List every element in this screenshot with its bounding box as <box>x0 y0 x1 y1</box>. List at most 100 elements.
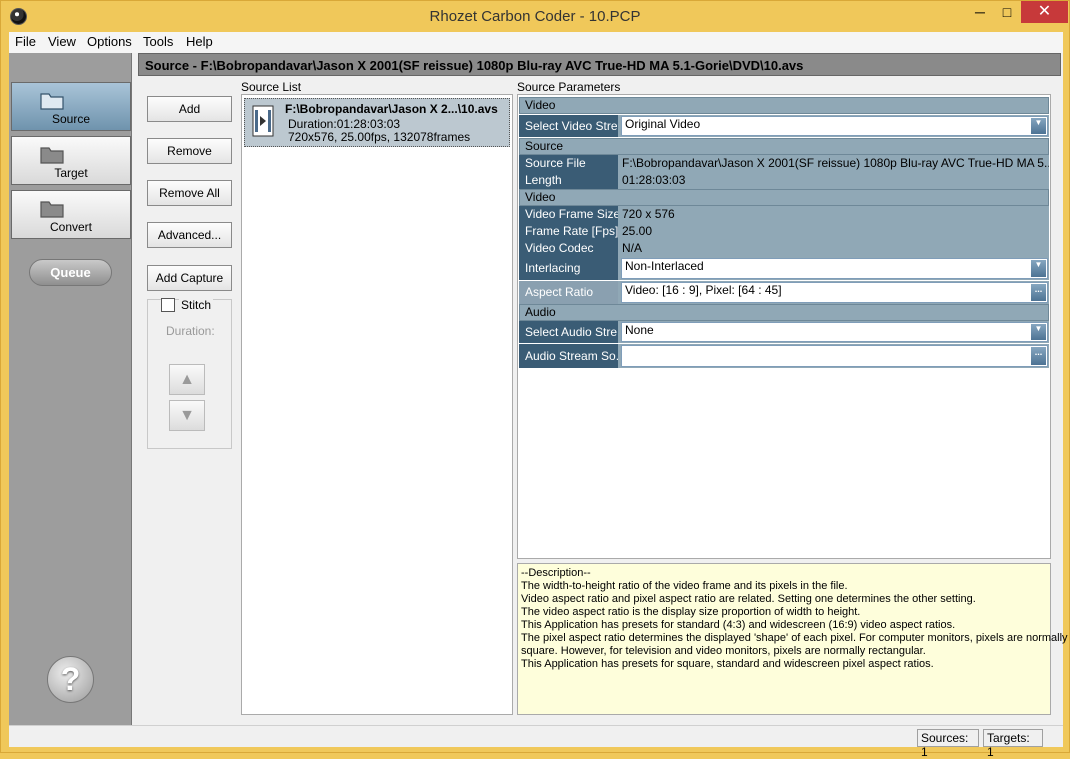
select-video-stream-label: Select Video Stre... <box>519 115 619 137</box>
description-line: square. However, for television and vide… <box>521 645 926 657</box>
section-audio: Audio <box>519 304 1049 321</box>
row-audio-stream-source: Audio Stream So... ... <box>519 344 1049 368</box>
source-path-header: Source - F:\Bobropandavar\Jason X 2001(S… <box>138 53 1061 76</box>
audio-stream-source-field[interactable]: ... <box>621 345 1048 367</box>
aspect-ratio-field[interactable]: Video: [16 : 9], Pixel: [64 : 45] ... <box>621 282 1048 303</box>
source-item-duration: Duration:01:28:03:03 <box>288 117 401 131</box>
menu-help[interactable]: Help <box>186 34 213 49</box>
nav-convert-label: Convert <box>49 220 93 234</box>
section-video-info: Video <box>519 189 1049 206</box>
source-file-label: Source File <box>519 155 619 172</box>
frame-rate-label: Frame Rate [Fps] <box>519 223 619 240</box>
nav-target-button[interactable]: Target <box>11 136 131 185</box>
length-label: Length <box>519 172 619 189</box>
nav-target-label: Target <box>54 166 88 180</box>
select-video-stream-dropdown[interactable]: Original Video ▼ <box>621 116 1048 136</box>
stitch-checkbox[interactable] <box>161 298 175 312</box>
description-line: The video aspect ratio is the display si… <box>521 606 861 618</box>
video-codec-value: N/A <box>622 241 643 255</box>
description-line: The pixel aspect ratio determines the di… <box>521 632 1068 644</box>
select-audio-stream-label: Select Audio Stre... <box>519 321 619 343</box>
chevron-down-icon[interactable]: ▼ <box>1031 118 1046 134</box>
chevron-down-icon[interactable]: ▼ <box>1031 260 1046 277</box>
video-codec-label: Video Codec <box>519 240 619 257</box>
nav-convert-button[interactable]: Convert <box>11 190 131 239</box>
audio-stream-source-label: Audio Stream So... <box>519 344 619 368</box>
nav-source-label: Source <box>51 112 91 126</box>
row-aspect-ratio: Aspect Ratio Video: [16 : 9], Pixel: [64… <box>519 281 1049 304</box>
stitch-label: Stitch <box>179 298 214 312</box>
add-capture-button[interactable]: Add Capture <box>147 265 232 291</box>
row-select-audio-stream: Select Audio Stre... None ▼ <box>519 321 1049 343</box>
aspect-ratio-value: Video: [16 : 9], Pixel: [64 : 45] <box>625 283 782 297</box>
sources-count: Sources: 1 <box>917 729 979 759</box>
source-list-label: Source List <box>241 80 302 94</box>
frame-size-label: Video Frame Size <box>519 206 619 223</box>
menu-file[interactable]: File <box>15 34 36 49</box>
row-frame-rate: Frame Rate [Fps] 25.00 <box>519 223 1049 240</box>
source-list: F:\Bobropandavar\Jason X 2...\10.avs Dur… <box>241 94 513 715</box>
queue-button[interactable]: Queue <box>29 259 112 286</box>
ellipsis-icon[interactable]: ... <box>1031 284 1046 301</box>
menu-bar: File View Options Tools Help <box>9 32 1063 53</box>
section-source: Source <box>519 138 1049 155</box>
description-line: --Description-- <box>521 567 591 579</box>
source-item-details: 720x576, 25.00fps, 132078frames <box>288 130 471 144</box>
description-line: This Application has presets for standar… <box>521 619 956 631</box>
chevron-down-icon[interactable]: ▼ <box>1031 324 1046 340</box>
menu-tools[interactable]: Tools <box>143 34 173 49</box>
source-parameters-grid: Video Select Video Stre... Original Vide… <box>517 94 1051 559</box>
source-file-value: F:\Bobropandavar\Jason X 2001(SF reissue… <box>622 156 1049 170</box>
description-panel: --Description-- The width-to-height rati… <box>517 563 1068 715</box>
menu-options[interactable]: Options <box>87 34 132 49</box>
select-audio-stream-dropdown[interactable]: None ▼ <box>621 322 1048 342</box>
window-title: Rhozet Carbon Coder - 10.PCP <box>429 8 641 25</box>
frame-rate-value: 25.00 <box>622 224 653 238</box>
description-line: Video aspect ratio and pixel aspect rati… <box>521 593 976 605</box>
move-up-button[interactable]: ▲ <box>169 364 205 395</box>
select-audio-stream-value: None <box>625 323 654 337</box>
row-video-codec: Video Codec N/A <box>519 240 1049 257</box>
advanced-button[interactable]: Advanced... <box>147 222 232 248</box>
client-area: Source Target Convert Queue ? Source - F… <box>9 53 1068 759</box>
app-window: Rhozet Carbon Coder - 10.PCP ─ □ ✕ File … <box>0 0 1070 759</box>
source-parameters-label: Source Parameters <box>517 80 621 94</box>
add-button[interactable]: Add <box>147 96 232 122</box>
folder-source-icon <box>40 93 64 110</box>
title-bar: Rhozet Carbon Coder - 10.PCP ─ □ ✕ <box>1 1 1069 32</box>
length-value: 01:28:03:03 <box>622 173 686 187</box>
ellipsis-icon[interactable]: ... <box>1031 347 1046 365</box>
remove-all-button[interactable]: Remove All <box>147 180 232 206</box>
row-source-file: Source File F:\Bobropandavar\Jason X 200… <box>519 155 1049 172</box>
row-frame-size: Video Frame Size 720 x 576 <box>519 206 1049 223</box>
targets-count: Targets: 1 <box>983 729 1043 759</box>
video-file-icon <box>252 105 274 137</box>
move-down-button[interactable]: ▼ <box>169 400 205 431</box>
frame-size-value: 720 x 576 <box>622 207 675 221</box>
select-video-stream-value: Original Video <box>625 117 701 131</box>
source-item-name: F:\Bobropandavar\Jason X 2...\10.avs <box>285 102 498 116</box>
minimize-button[interactable]: ─ <box>967 1 993 23</box>
folder-target-icon <box>40 147 64 164</box>
source-list-item[interactable]: F:\Bobropandavar\Jason X 2...\10.avs Dur… <box>244 98 510 147</box>
maximize-button[interactable]: □ <box>994 1 1020 23</box>
menu-view[interactable]: View <box>48 34 76 49</box>
row-length: Length 01:28:03:03 <box>519 172 1049 189</box>
duration-label: Duration: <box>166 324 215 338</box>
convert-icon <box>40 201 64 218</box>
interlacing-value: Non-Interlaced <box>625 259 704 273</box>
remove-button[interactable]: Remove <box>147 138 232 164</box>
status-bar: Sources: 1 Targets: 1 <box>9 725 1063 759</box>
nav-source-button[interactable]: Source <box>11 82 131 131</box>
description-line: The width-to-height ratio of the video f… <box>521 580 848 592</box>
help-icon[interactable]: ? <box>47 656 94 703</box>
section-video: Video <box>519 97 1049 114</box>
description-line: This Application has presets for square,… <box>521 658 934 670</box>
close-button[interactable]: ✕ <box>1021 1 1068 23</box>
interlacing-label: Interlacing <box>519 257 619 280</box>
interlacing-dropdown[interactable]: Non-Interlaced ▼ <box>621 258 1048 279</box>
row-select-video-stream: Select Video Stre... Original Video ▼ <box>519 115 1049 137</box>
aspect-ratio-label: Aspect Ratio <box>519 281 619 304</box>
row-interlacing: Interlacing Non-Interlaced ▼ <box>519 257 1049 280</box>
left-nav: Source Target Convert Queue ? <box>9 53 132 725</box>
